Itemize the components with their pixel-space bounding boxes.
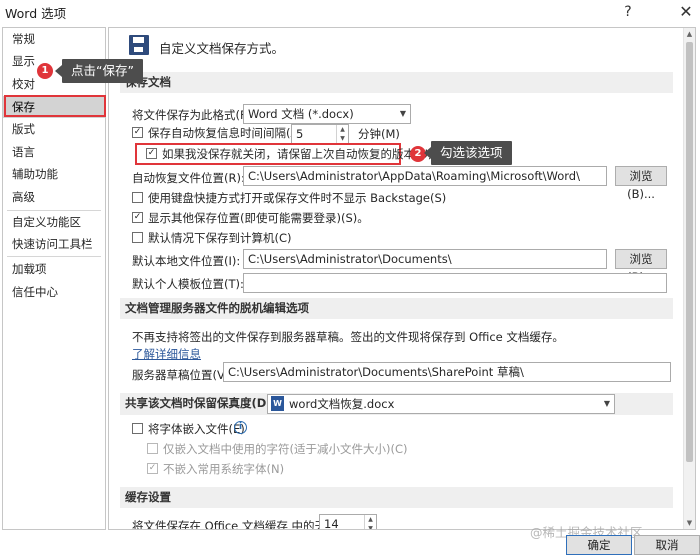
no-common-fonts-checkbox[interactable]: ✓ bbox=[147, 463, 158, 474]
sidebar-item-quick-access-toolbar[interactable]: 快速访问工具栏 bbox=[3, 233, 105, 255]
offline-note: 不再支持将签出的文件保存到服务器草稿。签出的文件现将保存到 Office 文档缓… bbox=[132, 330, 564, 344]
no-common-fonts-label: 不嵌入常用系统字体(N) bbox=[163, 462, 285, 476]
embed-fonts-label: 将字体嵌入文件(E) bbox=[148, 422, 245, 436]
sidebar-item-addins[interactable]: 加载项 bbox=[3, 258, 105, 280]
sidebar-item-customize-ribbon[interactable]: 自定义功能区 bbox=[3, 211, 105, 233]
section-save-documents: 保存文档 bbox=[120, 72, 673, 93]
sidebar-item-language[interactable]: 语言 bbox=[3, 141, 105, 163]
server-drafts-input[interactable]: C:\Users\Administrator\Documents\SharePo… bbox=[223, 362, 671, 382]
autorecover-location-input[interactable]: C:\Users\Administrator\AppData\Roaming\M… bbox=[243, 166, 607, 186]
window-title: Word 选项 bbox=[5, 6, 67, 21]
scroll-up-arrow-icon[interactable]: ▲ bbox=[684, 28, 695, 40]
save-format-value: Word 文档 (*.docx) bbox=[248, 107, 354, 121]
keep-last-version-label: 如果我没保存就关闭，请保留上次自动恢复的版本(U) bbox=[162, 147, 433, 161]
embed-used-chars-label: 仅嵌入文档中使用的字符(适于减小文件大小)(C) bbox=[163, 442, 408, 456]
local-location-label: 默认本地文件位置(I): bbox=[132, 254, 241, 268]
keyboard-backstage-checkbox[interactable] bbox=[132, 192, 143, 203]
section-cache-settings: 缓存设置 bbox=[120, 487, 673, 508]
autorecover-label: 保存自动恢复信息时间间隔(A) bbox=[148, 126, 303, 140]
sidebar-item-accessibility[interactable]: 辅助功能 bbox=[3, 163, 105, 185]
fidelity-document-value: word文档恢复.docx bbox=[289, 397, 395, 411]
sidebar-item-general[interactable]: 常规 bbox=[3, 28, 105, 50]
browse-local-button[interactable]: 浏览(B)... bbox=[615, 249, 667, 284]
autorecover-minutes-stepper[interactable]: 5 ▲ ▼ bbox=[291, 124, 349, 144]
chevron-down-icon: ▼ bbox=[399, 109, 406, 118]
spinner-arrows-icon[interactable]: ▲ ▼ bbox=[336, 125, 348, 143]
spinner-arrows-icon[interactable]: ▲ ▼ bbox=[364, 515, 376, 529]
template-location-label: 默认个人模板位置(T): bbox=[132, 277, 244, 291]
embed-fonts-checkbox[interactable] bbox=[132, 423, 143, 434]
title-bar: Word 选项 ? ✕ bbox=[0, 0, 700, 24]
keyboard-backstage-label: 使用键盘快捷方式打开或保存文件时不显示 Backstage(S) bbox=[148, 191, 447, 205]
show-other-locations-label: 显示其他保存位置(即使可能需要登录)(S)。 bbox=[148, 211, 369, 225]
cache-days-stepper[interactable]: 14 ▲ ▼ bbox=[319, 514, 377, 530]
autorecover-minutes-value: 5 bbox=[296, 127, 304, 141]
server-drafts-label: 服务器草稿位置(V): bbox=[132, 368, 234, 382]
sidebar-divider bbox=[7, 256, 101, 257]
save-format-dropdown[interactable]: Word 文档 (*.docx) ▼ bbox=[243, 104, 411, 124]
chevron-down-icon: ▼ bbox=[603, 399, 610, 408]
cache-days-label: 将文件保存在 Office 文档缓存 中的天数: bbox=[132, 519, 342, 530]
minutes-unit-label: 分钟(M) bbox=[358, 127, 400, 141]
embed-used-chars-checkbox[interactable] bbox=[147, 443, 158, 454]
scroll-down-arrow-icon[interactable]: ▼ bbox=[684, 517, 695, 529]
step-1-callout: 点击“保存” bbox=[55, 59, 143, 83]
template-location-input[interactable] bbox=[243, 273, 667, 293]
page-title: 自定义文档保存方式。 bbox=[159, 41, 285, 56]
cancel-button[interactable]: 取消 bbox=[634, 535, 700, 555]
learn-more-link[interactable]: 了解详细信息 bbox=[132, 346, 201, 362]
save-format-label: 将文件保存为此格式(F): bbox=[132, 108, 255, 122]
autorecover-location-label: 自动恢复文件位置(R): bbox=[132, 171, 245, 185]
step-1-badge: 1 bbox=[37, 63, 53, 79]
options-content: 自定义文档保存方式。 保存文档 将文件保存为此格式(F): Word 文档 (*… bbox=[108, 27, 696, 530]
close-button[interactable]: ✕ bbox=[674, 1, 698, 23]
word-document-icon: W bbox=[271, 396, 284, 411]
sidebar-item-layout[interactable]: 版式 bbox=[3, 118, 105, 140]
show-other-locations-checkbox[interactable]: ✓ bbox=[132, 212, 143, 223]
sidebar-item-trust-center[interactable]: 信任中心 bbox=[3, 281, 105, 303]
browse-autorecover-button[interactable]: 浏览(B)... bbox=[615, 166, 667, 201]
ok-button[interactable]: 确定 bbox=[566, 535, 632, 555]
save-floppy-icon bbox=[129, 35, 149, 55]
fidelity-document-dropdown[interactable]: W word文档恢复.docx ▼ bbox=[267, 394, 615, 414]
local-location-input[interactable]: C:\Users\Administrator\Documents\ bbox=[243, 249, 607, 269]
keep-last-version-checkbox[interactable]: ✓ bbox=[146, 148, 157, 159]
save-to-computer-checkbox[interactable] bbox=[132, 232, 143, 243]
cache-days-value: 14 bbox=[324, 517, 339, 530]
section-offline-editing: 文档管理服务器文件的脱机编辑选项 bbox=[120, 298, 673, 319]
help-button[interactable]: ? bbox=[616, 1, 640, 23]
scrollbar-thumb[interactable] bbox=[686, 42, 693, 462]
autorecover-checkbox[interactable]: ✓ bbox=[132, 127, 143, 138]
save-to-computer-label: 默认情况下保存到计算机(C) bbox=[148, 231, 292, 245]
sidebar: 常规 显示 校对 保存 版式 语言 辅助功能 高级 自定义功能区 快速访问工具栏… bbox=[2, 27, 106, 530]
step-2-callout: 勾选该选项 bbox=[424, 141, 512, 165]
vertical-scrollbar[interactable]: ▲ ▼ bbox=[683, 28, 695, 529]
sidebar-item-advanced[interactable]: 高级 bbox=[3, 186, 105, 208]
info-icon[interactable]: i bbox=[234, 421, 247, 434]
sidebar-item-save[interactable]: 保存 bbox=[3, 96, 105, 118]
fidelity-label: 共享该文档时保留保真度(D): bbox=[125, 396, 277, 410]
